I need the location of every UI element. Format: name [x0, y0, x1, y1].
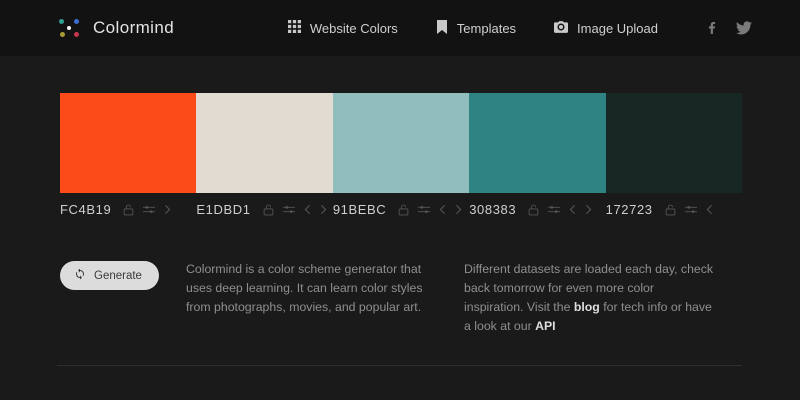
main-content: FC4B19 E1DBD1 91BEBC 308383 172723 Gener…	[0, 93, 800, 336]
chevron-right-icon[interactable]	[585, 204, 592, 215]
brand[interactable]: Colormind	[57, 16, 174, 40]
chevron-left-icon[interactable]	[706, 204, 713, 215]
twitter-icon[interactable]	[736, 20, 752, 36]
color-swatch[interactable]	[196, 93, 333, 193]
chevron-right-icon[interactable]	[455, 204, 462, 215]
color-palette	[60, 93, 743, 193]
hex-value: FC4B19	[60, 202, 112, 217]
nav-label: Image Upload	[577, 20, 658, 36]
description-paragraph: Colormind is a color scheme generator th…	[186, 260, 464, 336]
hex-value: 308383	[469, 202, 517, 217]
chevron-right-icon[interactable]	[164, 204, 171, 215]
chevron-left-icon[interactable]	[569, 204, 576, 215]
swatch-controls: FC4B19	[60, 202, 196, 217]
sliders-icon[interactable]	[282, 204, 295, 215]
datasets-paragraph: Different datasets are loaded each day, …	[464, 260, 742, 336]
nav-website-colors[interactable]: Website Colors	[287, 20, 398, 36]
swatch-controls: E1DBD1	[196, 202, 332, 217]
color-swatch[interactable]	[332, 93, 470, 193]
sliders-icon[interactable]	[548, 204, 561, 215]
color-swatch[interactable]	[60, 93, 197, 193]
sliders-icon[interactable]	[684, 204, 697, 215]
api-link[interactable]: API	[535, 319, 556, 333]
nav-label: Templates	[456, 20, 517, 36]
swatch-controls: 308383	[469, 202, 605, 217]
palette-labels: FC4B19 E1DBD1 91BEBC 308383 172723	[60, 202, 742, 217]
swatch-controls: 91BEBC	[333, 202, 469, 217]
color-swatch[interactable]	[605, 93, 743, 193]
hex-value: 91BEBC	[332, 202, 387, 217]
logo-dot	[60, 32, 65, 37]
lock-icon[interactable]	[398, 204, 409, 216]
facebook-icon[interactable]	[704, 20, 720, 36]
logo-dot	[74, 19, 79, 24]
brand-name: Colormind	[93, 18, 175, 37]
blog-link[interactable]: blog	[574, 300, 600, 314]
divider	[57, 365, 742, 366]
main-nav: Website Colors Templates Image Upload	[287, 19, 658, 37]
color-swatch[interactable]	[469, 93, 606, 193]
colormind-logo-icon	[57, 16, 81, 40]
bottom-section: Generate Colormind is a color scheme gen…	[60, 260, 742, 336]
nav-templates[interactable]: Templates	[436, 19, 517, 37]
chevron-left-icon[interactable]	[439, 204, 446, 215]
generate-column: Generate	[60, 260, 186, 336]
chevron-left-icon[interactable]	[304, 204, 311, 215]
logo-dot	[67, 26, 71, 30]
swatch-controls: 172723	[606, 202, 742, 217]
grid-icon	[287, 20, 301, 36]
generate-label: Generate	[94, 269, 142, 282]
bookmark-icon	[436, 19, 448, 37]
chevron-right-icon[interactable]	[320, 204, 327, 215]
refresh-icon	[74, 268, 86, 283]
social-links	[704, 20, 752, 36]
lock-icon[interactable]	[528, 204, 539, 216]
lock-icon[interactable]	[123, 204, 134, 216]
lock-icon[interactable]	[665, 204, 676, 216]
camera-icon	[554, 20, 569, 36]
header: Colormind Website Colors Templates Image…	[0, 0, 800, 56]
sliders-icon[interactable]	[143, 204, 156, 215]
hex-value: 172723	[605, 202, 653, 217]
nav-image-upload[interactable]: Image Upload	[554, 21, 658, 36]
generate-button[interactable]: Generate	[60, 261, 159, 290]
sliders-icon[interactable]	[418, 204, 431, 215]
logo-dot	[74, 32, 79, 37]
hex-value: E1DBD1	[196, 202, 251, 217]
description-text: Colormind is a color scheme generator th…	[186, 262, 423, 314]
nav-label: Website Colors	[309, 20, 398, 36]
lock-icon[interactable]	[263, 204, 274, 216]
logo-dot	[59, 19, 64, 24]
